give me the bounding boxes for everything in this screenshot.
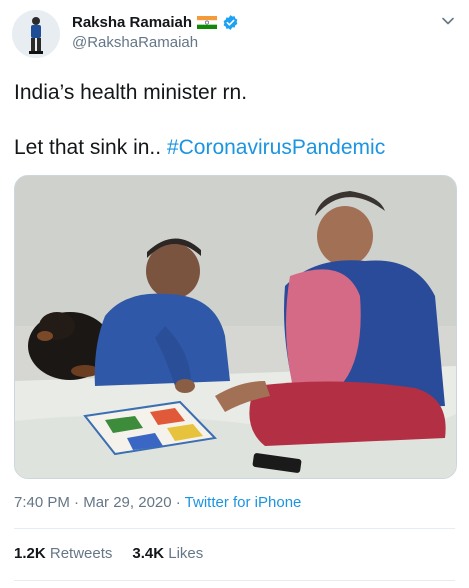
retweets-count: 1.2K xyxy=(14,545,46,562)
display-name[interactable]: Raksha Ramaiah xyxy=(72,14,192,31)
tweet-source-link[interactable]: Twitter for iPhone xyxy=(185,494,302,511)
tweet-line-2-text: Let that sink in.. xyxy=(14,136,167,159)
display-name-row: Raksha Ramaiah xyxy=(72,14,239,31)
india-flag-icon xyxy=(197,16,218,29)
tweet-line-1: India’s health minister rn. xyxy=(14,81,248,104)
retweets-label: Retweets xyxy=(49,545,113,562)
tweet-meta: 7:40 PM · Mar 29, 2020 · Twitter for iPh… xyxy=(14,494,301,511)
avatar[interactable] xyxy=(12,10,60,58)
meta-separator: · xyxy=(69,494,84,511)
tweet-text: India’s health minister rn. Let that sin… xyxy=(14,78,454,162)
tweet-date[interactable]: Mar 29, 2020 xyxy=(83,494,171,511)
chevron-down-icon[interactable] xyxy=(441,14,455,28)
user-info: Raksha Ramaiah @RakshaRamaiah xyxy=(72,14,239,51)
retweets-stat[interactable]: 1.2K Retweets xyxy=(14,545,112,562)
likes-stat[interactable]: 3.4K Likes xyxy=(132,545,203,562)
tweet-stats: 1.2K Retweets 3.4K Likes xyxy=(14,545,203,562)
tweet-line-2: Let that sink in.. #CoronavirusPandemic xyxy=(14,133,454,162)
avatar-image xyxy=(12,10,60,58)
verified-badge-icon xyxy=(222,14,239,31)
hashtag-link[interactable]: #CoronavirusPandemic xyxy=(167,136,385,159)
meta-separator: · xyxy=(171,494,185,511)
likes-label: Likes xyxy=(168,545,204,562)
likes-count: 3.4K xyxy=(132,545,165,562)
tweet-time[interactable]: 7:40 PM xyxy=(14,494,70,511)
tweet-photo[interactable] xyxy=(14,175,457,479)
photo-illustration xyxy=(15,176,456,478)
divider xyxy=(14,528,455,529)
divider xyxy=(14,580,455,581)
user-handle[interactable]: @RakshaRamaiah xyxy=(72,34,239,51)
